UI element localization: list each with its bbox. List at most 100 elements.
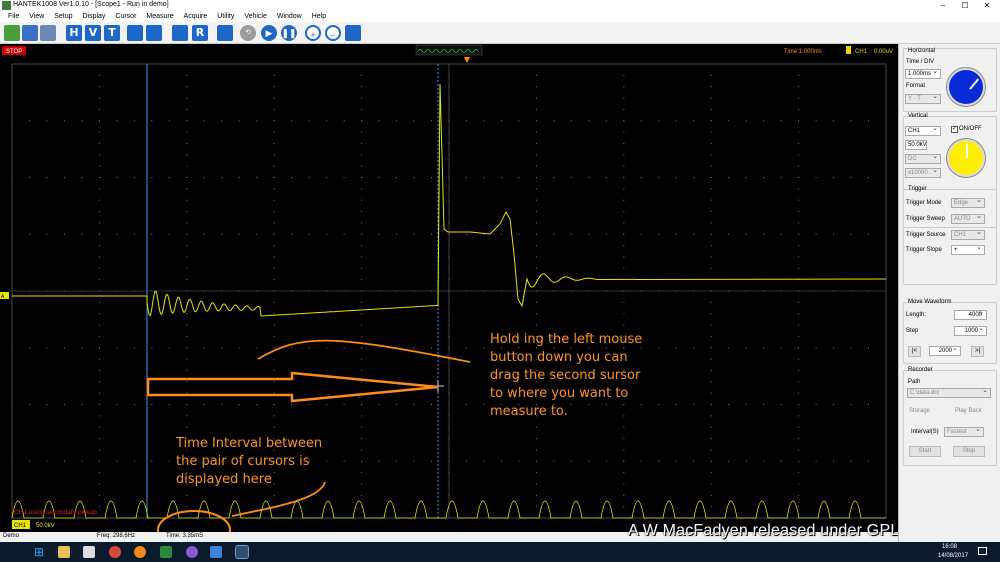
app-icon[interactable] (160, 546, 172, 558)
trigger-source-select[interactable]: CH1 (951, 229, 985, 240)
app-icon[interactable] (210, 546, 222, 558)
file-explorer-icon[interactable] (58, 546, 70, 558)
position-field[interactable]: 2000 (929, 345, 961, 356)
maximize-button[interactable]: ☐ (954, 0, 976, 11)
grid-dot (361, 86, 363, 88)
move-last-button[interactable]: >| (971, 346, 984, 357)
time-div-select[interactable]: 1.000ms (905, 68, 941, 79)
chrome-icon[interactable] (109, 546, 121, 558)
trigger-sweep-label: Trigger Sweep (906, 216, 945, 222)
menu-display[interactable]: Display (82, 11, 105, 22)
grid-dot (98, 177, 100, 178)
time-div-knob[interactable] (947, 68, 985, 106)
onoff-checkbox[interactable]: ✓ (951, 126, 958, 133)
grid-dot (763, 347, 765, 349)
grid-dot (256, 404, 258, 405)
trigger-button[interactable]: T (104, 25, 120, 41)
grid-dot (535, 120, 537, 122)
grid-dot (483, 177, 485, 178)
interval-select[interactable]: Fastest (944, 426, 984, 437)
grid-dot (63, 177, 65, 178)
grid-dot (63, 120, 65, 122)
fit-icon[interactable] (345, 25, 361, 41)
grid-dot (815, 120, 817, 122)
grid-dot (326, 177, 328, 178)
trigger-position-marker[interactable] (464, 57, 470, 63)
step-field[interactable]: 1000 (954, 325, 987, 336)
playback-radio[interactable]: Play Back (955, 408, 982, 414)
grid-dot (798, 120, 800, 122)
grid-dot (186, 279, 188, 281)
volts-div-knob[interactable] (947, 139, 985, 177)
grid-dot (431, 177, 433, 178)
menu-view[interactable]: View (29, 11, 44, 22)
menu-acquire[interactable]: Acquire (184, 11, 208, 22)
grid-dot (98, 74, 100, 76)
firefox-icon[interactable] (134, 546, 146, 558)
scope-display[interactable]: STOP Time:1.000ms CH1 0.00uV A CH1 50.0k… (0, 44, 898, 532)
length-field[interactable]: 4000 (954, 309, 987, 320)
math-icon[interactable] (172, 25, 188, 41)
grid-dot (710, 131, 712, 133)
print-icon[interactable] (40, 25, 56, 41)
move-first-button[interactable]: |< (908, 346, 921, 357)
grid-dot (763, 460, 765, 462)
auto-icon[interactable]: ⟲ (240, 25, 256, 41)
zoom-out-icon[interactable]: − (325, 25, 341, 41)
hantek-taskbar-icon[interactable] (235, 545, 249, 559)
recorder-start-button[interactable]: Start (909, 446, 941, 457)
vertical-button[interactable]: V (85, 25, 101, 41)
grid-dot (63, 404, 65, 405)
path-field[interactable]: C:\data.drc (907, 387, 991, 398)
grid-dot (186, 188, 188, 190)
grid-dot (553, 177, 555, 178)
grid-dot (535, 222, 537, 224)
app-icon[interactable] (186, 546, 198, 558)
pause-icon[interactable]: ❚❚ (281, 25, 297, 41)
grid-dot (98, 438, 100, 440)
coupling-select[interactable]: DC (905, 153, 941, 164)
minimize-button[interactable]: – (932, 0, 954, 11)
channel-select[interactable]: CH1 (905, 125, 941, 136)
menu-window[interactable]: Window (277, 11, 302, 22)
window-title: HANTEK1008 Ver1.0.10 - [Scope1 - Run in … (13, 1, 169, 8)
trigger-slope-select[interactable]: + (951, 244, 985, 255)
grid-dot (273, 335, 275, 337)
grid-dot (500, 120, 502, 122)
storage-radio[interactable]: Storage (909, 408, 930, 414)
notification-icon[interactable] (978, 547, 987, 555)
channel-1-icon[interactable] (127, 25, 143, 41)
menu-cursor[interactable]: Cursor (115, 11, 136, 22)
grid-dot (780, 347, 782, 349)
grid-dot (535, 154, 537, 156)
probe-select[interactable]: x10000 (905, 167, 941, 178)
menu-file[interactable]: File (8, 11, 19, 22)
menu-measure[interactable]: Measure (146, 11, 173, 22)
recorder-stop-button[interactable]: Stop (953, 446, 985, 457)
grid-dot (570, 177, 572, 178)
menu-setup[interactable]: Setup (54, 11, 72, 22)
grid-dot (46, 177, 48, 178)
grid-dot (798, 301, 800, 303)
save-icon[interactable] (22, 25, 38, 41)
menu-utility[interactable]: Utility (217, 11, 234, 22)
horizontal-button[interactable]: H (66, 25, 82, 41)
cursor-icon[interactable] (217, 25, 233, 41)
menu-vehicle[interactable]: Vehicle (244, 11, 267, 22)
ref-button[interactable]: R (192, 25, 208, 41)
windows-start-icon[interactable]: ⊞ (34, 546, 46, 558)
trigger-sweep-select[interactable]: AUTO (951, 213, 985, 224)
trigger-mode-select[interactable]: Edge (951, 197, 985, 208)
store-icon[interactable] (83, 546, 95, 558)
menu-help[interactable]: Help (312, 11, 326, 22)
open-icon[interactable] (4, 25, 20, 41)
channel-2-icon[interactable] (146, 25, 162, 41)
format-select[interactable]: Y - T (905, 93, 941, 104)
grid-dot (98, 233, 100, 235)
volts-div-field[interactable]: 50.0kV (905, 139, 927, 150)
grid-dot (780, 233, 782, 235)
zoom-in-icon[interactable]: + (305, 25, 321, 41)
close-button[interactable]: ✕ (976, 0, 998, 11)
run-icon[interactable]: ▶ (261, 25, 277, 41)
grid-dot (710, 494, 712, 496)
